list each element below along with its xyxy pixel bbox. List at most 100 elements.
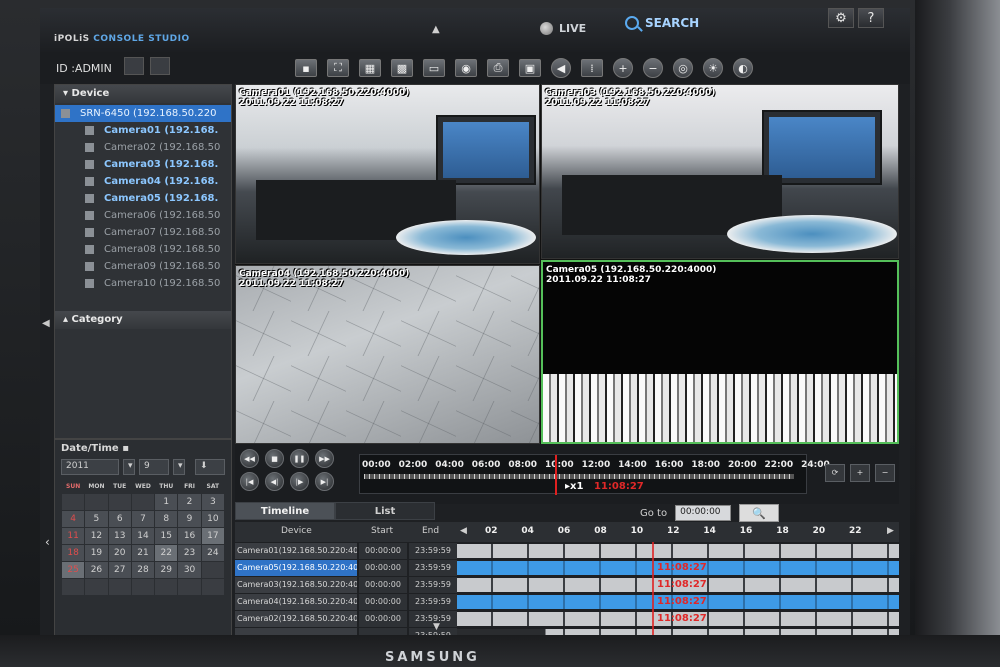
calendar-day[interactable]: 10: [200, 509, 226, 528]
tree-item-camera[interactable]: Camera06 (192.168.50: [55, 207, 231, 224]
zoom-fit-icon[interactable]: ◎: [673, 58, 693, 78]
refresh-icon[interactable]: ⟳: [825, 464, 845, 482]
fast-forward-icon[interactable]: ▶▶: [315, 449, 334, 468]
stop-icon[interactable]: ■: [265, 449, 284, 468]
calendar-day[interactable]: 21: [130, 543, 156, 562]
calendar-day[interactable]: 27: [107, 560, 132, 579]
tree-item-camera[interactable]: Camera10 (192.168.50: [55, 275, 231, 292]
skip-back-icon[interactable]: |◀: [240, 472, 259, 491]
timeline-next-icon[interactable]: ▶: [887, 526, 894, 536]
tree-item-camera[interactable]: Camera03 (192.168.: [55, 156, 231, 173]
time-ruler[interactable]: 00:00 02:00 04:00 06:00 08:00 10:00 12:00 14:00…: [359, 454, 830, 495]
row-end-time[interactable]: 23:59:59: [409, 543, 457, 559]
goto-time-input[interactable]: 00:00:00: [675, 505, 732, 521]
collapse-up-icon[interactable]: ▲: [432, 24, 440, 35]
calendar-day[interactable]: 9: [177, 509, 202, 528]
contrast-icon[interactable]: ◐: [733, 58, 753, 78]
tab-timeline[interactable]: Timeline: [235, 502, 335, 520]
time-cursor[interactable]: [555, 455, 557, 495]
calendar-day[interactable]: 6: [107, 509, 132, 528]
live-button[interactable]: LIVE: [540, 22, 586, 35]
calendar-day[interactable]: 16: [177, 526, 202, 545]
month-dropdown-icon[interactable]: ▾: [173, 459, 185, 475]
video-tile-camera04[interactable]: Camera04 (192.168.50.220:4000) 2011.09.22…: [235, 265, 540, 444]
tree-item-camera[interactable]: Camera04 (192.168.: [55, 173, 231, 190]
year-dropdown-icon[interactable]: ▾: [123, 459, 135, 475]
timeline-cursor[interactable]: [652, 542, 654, 636]
calendar-day[interactable]: 5: [84, 509, 109, 528]
tree-item-camera[interactable]: Camera09 (192.168.50: [55, 258, 231, 275]
calendar-day[interactable]: 3: [200, 492, 226, 511]
calendar-day[interactable]: 14: [130, 526, 156, 545]
monitor-output-icon[interactable]: ▭: [423, 59, 445, 77]
settings-gear-icon[interactable]: ⚙: [828, 8, 854, 28]
device-panel-header[interactable]: ▾ Device: [55, 85, 231, 103]
download-icon[interactable]: ⬇: [195, 459, 225, 475]
search-button[interactable]: SEARCH: [625, 16, 699, 30]
calendar-day[interactable]: 1: [154, 492, 179, 511]
layout-9-icon[interactable]: ▩: [391, 59, 413, 77]
calendar-day[interactable]: 24: [200, 543, 226, 562]
calendar-day[interactable]: 18: [60, 543, 86, 562]
pause-icon[interactable]: ❚❚: [290, 449, 309, 468]
fullscreen-icon[interactable]: ⛶: [327, 59, 349, 77]
brightness-icon[interactable]: ☀: [703, 58, 723, 78]
help-icon[interactable]: ?: [858, 8, 884, 28]
timeline-row[interactable]: Camera01(192.168.50.220:40 00:00:00 23:59:…: [235, 543, 899, 560]
layout-1-icon[interactable]: ▪: [295, 59, 317, 77]
calendar-day[interactable]: 7: [130, 509, 156, 528]
calendar-day[interactable]: 4: [60, 509, 86, 528]
row-start-time[interactable]: 00:00:00: [359, 543, 407, 559]
calendar-day[interactable]: 8: [154, 509, 179, 528]
calendar-day[interactable]: 19: [84, 543, 109, 562]
timeline-row[interactable]: Camera04(192.168.50.220:40 00:00:00 23:59:…: [235, 594, 899, 611]
timeline-row[interactable]: Camera03(192.168.50.220:40 00:00:00 23:59:…: [235, 577, 899, 594]
expand-down-icon[interactable]: ▼: [433, 622, 440, 632]
calendar-day[interactable]: 28: [130, 560, 156, 579]
calendar-day[interactable]: 11: [60, 526, 86, 545]
calendar-day[interactable]: 25: [60, 560, 86, 579]
tree-item-camera[interactable]: Camera05 (192.168.: [55, 190, 231, 207]
step-forward-icon[interactable]: |▶: [290, 472, 309, 491]
audio-icon[interactable]: ◀: [551, 58, 571, 78]
calendar-day[interactable]: 23: [177, 543, 202, 562]
prev-month-icon[interactable]: ‹: [45, 535, 50, 549]
grid-icon[interactable]: ⁞: [581, 59, 603, 77]
zoom-plus-icon[interactable]: +: [850, 464, 870, 482]
zoom-in-icon[interactable]: +: [613, 58, 633, 78]
tab-list[interactable]: List: [335, 502, 435, 520]
category-panel-header[interactable]: ▴ Category: [55, 311, 231, 329]
calendar-day[interactable]: 12: [84, 526, 109, 545]
tree-item-recorder[interactable]: SRN-6450 (192.168.50.220: [55, 105, 231, 122]
video-tile-camera01[interactable]: Camera01 (192.168.50.220:4000) 2011.09.22…: [235, 84, 540, 264]
goto-search-icon[interactable]: 🔍: [739, 504, 780, 522]
calendar-day[interactable]: 30: [177, 560, 202, 579]
calendar-day[interactable]: 2: [177, 492, 202, 511]
calendar-day[interactable]: 20: [107, 543, 132, 562]
tree-item-camera[interactable]: Camera07 (192.168.50: [55, 224, 231, 241]
video-tile-camera05[interactable]: Camera05 (192.168.50.220:4000) 2011.09.22…: [541, 260, 899, 444]
record-icon[interactable]: ▣: [519, 59, 541, 77]
timeline-row[interactable]: Camera02(192.168.50.220:40 00:00:00 23:59:…: [235, 611, 899, 628]
row-start-time[interactable]: 00:00:00: [359, 560, 407, 576]
tree-item-camera[interactable]: Camera01 (192.168.: [55, 122, 231, 139]
tree-item-camera[interactable]: Camera08 (192.168.50: [55, 241, 231, 258]
snapshot-icon[interactable]: ◉: [455, 59, 477, 77]
zoom-minus-icon[interactable]: −: [875, 464, 895, 482]
calendar-day[interactable]: 17: [200, 526, 226, 545]
panel-collapse-left-icon[interactable]: ◀: [42, 318, 50, 329]
row-end-time[interactable]: 23:59:59: [409, 560, 457, 576]
row-start-time[interactable]: 00:00:00: [359, 611, 407, 627]
year-select[interactable]: 2011: [61, 459, 119, 475]
recording-bar[interactable]: [457, 544, 899, 558]
row-start-time[interactable]: 00:00:00: [359, 594, 407, 610]
skip-forward-icon[interactable]: ▶|: [315, 472, 334, 491]
timeline-prev-icon[interactable]: ◀: [460, 526, 467, 536]
month-select[interactable]: 9: [139, 459, 169, 475]
calendar-day[interactable]: 26: [84, 560, 109, 579]
calendar-day[interactable]: 29: [154, 560, 179, 579]
timeline-row[interactable]: Camera05(192.168.50.220:40 00:00:00 23:59:…: [235, 560, 899, 577]
calendar-day[interactable]: 15: [154, 526, 179, 545]
layout-4-icon[interactable]: ▦: [359, 59, 381, 77]
step-back-icon[interactable]: ◀|: [265, 472, 284, 491]
